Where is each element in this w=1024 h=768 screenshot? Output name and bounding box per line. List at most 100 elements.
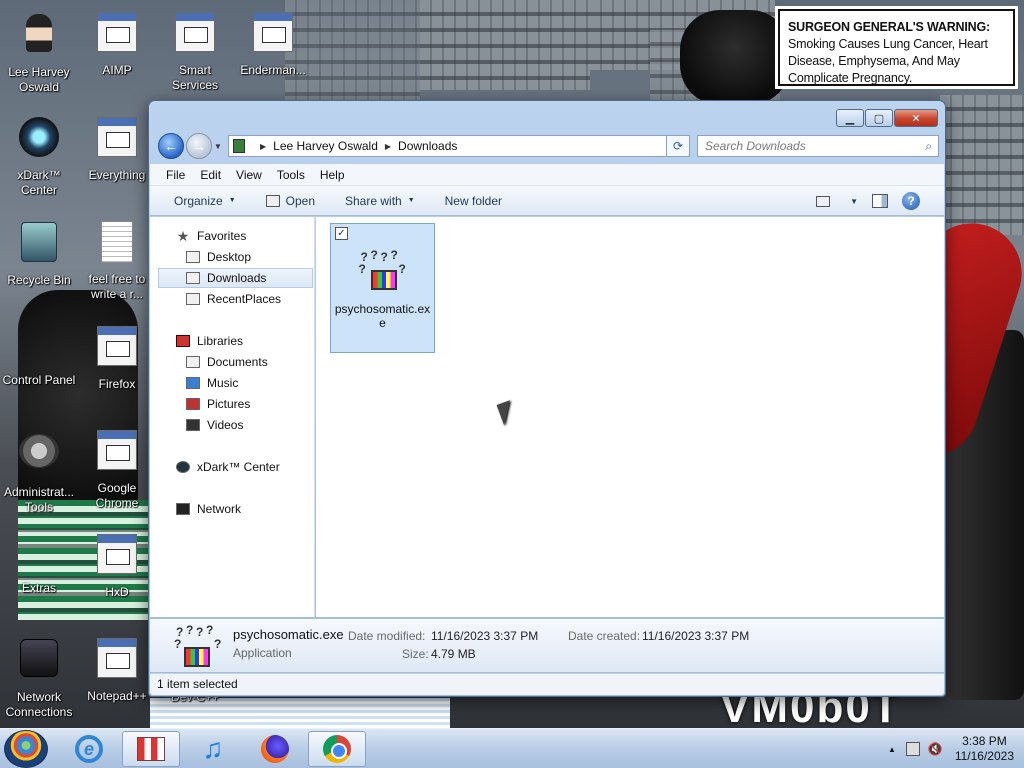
breadcrumb-downloads[interactable]: Downloads	[398, 139, 457, 153]
volume-muted-icon[interactable]: 🔇	[928, 742, 943, 756]
recent-pages-dropdown[interactable]: ▼	[214, 142, 222, 151]
window-controls: ▁ ▢ ✕	[836, 109, 938, 127]
forward-button[interactable]: →	[186, 133, 212, 159]
taskbar-media-player[interactable]: ♫	[184, 731, 242, 767]
help-icon[interactable]: ?	[902, 192, 920, 210]
desktop-icon-network-connections[interactable]: Network Connections	[0, 634, 78, 720]
taskbar-explorer[interactable]	[122, 731, 180, 767]
application-icon: ?? ?? ??	[359, 248, 407, 296]
desktop-icon-admin-tools[interactable]: Administrat... Tools	[0, 426, 78, 515]
breadcrumb-chevron-icon[interactable]: ▶	[260, 142, 266, 151]
date-modified-label: Date modified:	[348, 629, 426, 643]
documents-icon	[186, 356, 200, 368]
preview-pane-icon[interactable]	[872, 194, 888, 208]
file-item-psychosomatic[interactable]: ✓ ?? ?? ?? psychosomatic.exe	[330, 223, 435, 353]
back-arrow-icon: ←	[164, 138, 178, 154]
refresh-button[interactable]: ⟳	[666, 135, 690, 157]
document-icon	[249, 12, 297, 60]
details-file-name: psychosomatic.exe	[233, 627, 344, 642]
nav-libraries[interactable]: Libraries	[176, 331, 243, 351]
menu-view[interactable]: View	[236, 168, 262, 182]
user-folder-icon	[15, 14, 63, 62]
maximize-button[interactable]: ▢	[865, 109, 893, 127]
desktop-icon-recycle-bin[interactable]: Recycle Bin	[0, 218, 78, 288]
chrome-icon	[323, 735, 351, 763]
view-options-dropdown-icon[interactable]: ▼	[850, 197, 858, 206]
menu-edit[interactable]: Edit	[200, 168, 221, 182]
network-status-icon[interactable]	[905, 742, 920, 756]
nav-xdark-center[interactable]: xDark™ Center	[176, 457, 280, 477]
search-input[interactable]: Search Downloads ⌕	[697, 135, 939, 157]
nav-network[interactable]: Network	[176, 499, 241, 519]
chevron-down-icon: ▼	[228, 197, 236, 204]
nav-downloads[interactable]: Downloads	[158, 268, 313, 288]
firefox-icon	[261, 735, 289, 763]
share-with-button[interactable]: Share with ▼	[345, 194, 415, 208]
taskbar: e ♫ ▲ 🔇 3:38 PM 11/16/2023	[0, 728, 1024, 768]
pictures-icon	[186, 398, 200, 410]
taskbar-chrome[interactable]	[308, 731, 366, 767]
nav-desktop[interactable]: Desktop	[186, 247, 251, 267]
desktop-icon-firefox[interactable]: Firefox	[78, 322, 156, 392]
back-button[interactable]: ←	[158, 133, 184, 159]
file-list[interactable]: ✓ ?? ?? ?? psychosomatic.exe	[316, 217, 944, 617]
desktop-icon-extras[interactable]: Extras	[0, 530, 78, 596]
desktop-icon-everything[interactable]: Everything	[78, 113, 156, 183]
libraries-icon	[176, 335, 190, 347]
size-value: 4.79 MB	[431, 647, 476, 661]
forward-arrow-icon: →	[192, 138, 206, 154]
desktop-icon-text-file[interactable]: feel free to write a r...	[78, 218, 156, 302]
music-icon	[186, 377, 200, 389]
nav-videos[interactable]: Videos	[186, 415, 243, 435]
maximize-icon: ▢	[873, 112, 885, 125]
details-file-type: Application	[233, 646, 292, 660]
desktop-icon-hxd[interactable]: HxD	[78, 530, 156, 600]
navigation-pane: ★ Favorites Desktop Downloads RecentPlace…	[150, 217, 315, 617]
show-hidden-icons-arrow-icon[interactable]: ▲	[888, 745, 896, 754]
breadcrumb-chevron-icon[interactable]: ▶	[385, 142, 391, 151]
menu-tools[interactable]: Tools	[277, 168, 305, 182]
nav-favorites[interactable]: ★ Favorites	[176, 226, 247, 246]
videos-icon	[186, 419, 200, 431]
search-icon[interactable]: ⌕	[925, 139, 932, 154]
file-checkbox[interactable]: ✓	[335, 227, 348, 240]
address-bar[interactable]: ▶ Lee Harvey Oswald ▶ Downloads ▼	[228, 135, 688, 157]
recent-places-icon	[186, 293, 200, 305]
new-folder-button[interactable]: New folder	[445, 194, 502, 208]
control-panel-icon	[15, 322, 63, 370]
menu-help[interactable]: Help	[320, 168, 345, 182]
desktop-icon-google-chrome[interactable]: Google Chrome	[78, 426, 156, 511]
organize-button[interactable]: Organize ▼	[174, 194, 236, 208]
nav-documents[interactable]: Documents	[186, 352, 268, 372]
desktop-icon-control-panel[interactable]: Control Panel	[0, 322, 78, 388]
nav-pictures[interactable]: Pictures	[186, 394, 250, 414]
xdark-icon	[176, 461, 190, 473]
start-button[interactable]	[4, 730, 48, 768]
surgeon-general-warning: SURGEON GENERAL'S WARNING: Smoking Cause…	[775, 6, 1018, 89]
close-button[interactable]: ✕	[894, 109, 938, 127]
status-bar: 1 item selected	[150, 673, 944, 695]
menu-bar: File Edit View Tools Help	[150, 164, 944, 186]
breadcrumb-lee-harvey-oswald[interactable]: Lee Harvey Oswald	[273, 139, 378, 153]
taskbar-internet-explorer[interactable]: e	[60, 731, 118, 767]
desktop-icon-notepadpp[interactable]: Notepad++	[78, 634, 156, 704]
minimize-button[interactable]: ▁	[836, 109, 864, 127]
desktop-icon-lee-harvey-oswald[interactable]: Lee Harvey Oswald	[0, 8, 78, 95]
desktop-icon-xdark-center[interactable]: xDark™ Center	[0, 113, 78, 198]
network-icon	[15, 639, 63, 687]
gear-icon	[171, 12, 219, 60]
date-modified-value: 11/16/2023 3:37 PM	[431, 629, 539, 643]
desktop-icon-aimp[interactable]: AIMP	[78, 8, 156, 78]
desktop-icon-enderman[interactable]: Enderman...	[234, 8, 312, 78]
open-button[interactable]: Open	[265, 194, 315, 208]
nav-recent-places[interactable]: RecentPlaces	[186, 289, 281, 309]
desktop-icon-smart-services[interactable]: Smart Services	[156, 8, 234, 93]
clock[interactable]: 3:38 PM 11/16/2023	[955, 734, 1014, 764]
network-icon	[176, 503, 190, 515]
nav-music[interactable]: Music	[186, 373, 238, 393]
taskbar-firefox[interactable]	[246, 731, 304, 767]
menu-file[interactable]: File	[166, 168, 185, 182]
change-view-icon[interactable]	[816, 195, 831, 207]
size-label: Size:	[402, 647, 429, 661]
music-note-icon: ♫	[202, 733, 224, 764]
